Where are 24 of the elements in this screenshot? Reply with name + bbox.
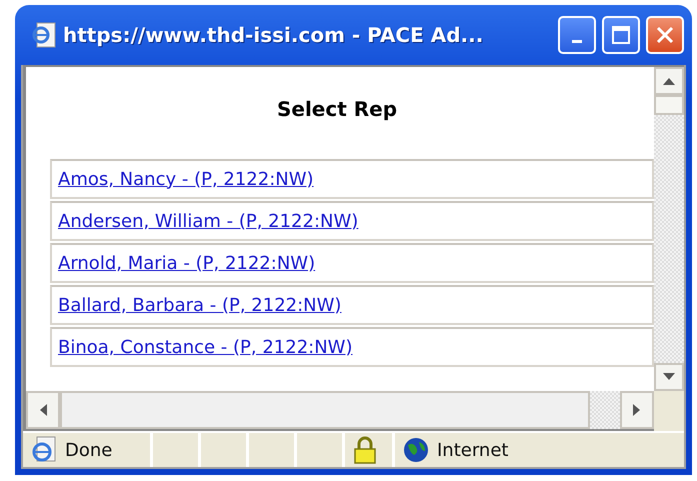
- zone-text: Internet: [437, 440, 508, 460]
- right-arrow-icon: [633, 404, 641, 416]
- status-text: Done: [65, 440, 112, 460]
- minimize-icon: [572, 40, 582, 42]
- close-button[interactable]: [646, 16, 684, 54]
- page-heading: Select Rep: [276, 97, 398, 121]
- window-title: https://www.thd-issi.com - PACE Ad...: [63, 23, 484, 47]
- page-icon: [31, 436, 57, 464]
- down-arrow-icon: [663, 373, 675, 381]
- up-arrow-icon: [663, 77, 675, 85]
- scroll-up-button[interactable]: [654, 67, 684, 95]
- minimize-button[interactable]: [558, 16, 596, 54]
- browser-icon: [31, 21, 57, 49]
- scroll-track: [590, 391, 620, 429]
- maximize-icon: [611, 25, 631, 45]
- maximize-button[interactable]: [602, 16, 640, 54]
- scroll-left-button[interactable]: [26, 391, 60, 429]
- scroll-down-button[interactable]: [654, 363, 684, 391]
- scroll-thumb[interactable]: [60, 391, 590, 429]
- globe-icon: [403, 437, 429, 463]
- close-icon: [655, 25, 675, 45]
- left-arrow-icon: [39, 404, 47, 416]
- scroll-thumb[interactable]: [654, 95, 684, 115]
- scroll-right-button[interactable]: [620, 391, 654, 429]
